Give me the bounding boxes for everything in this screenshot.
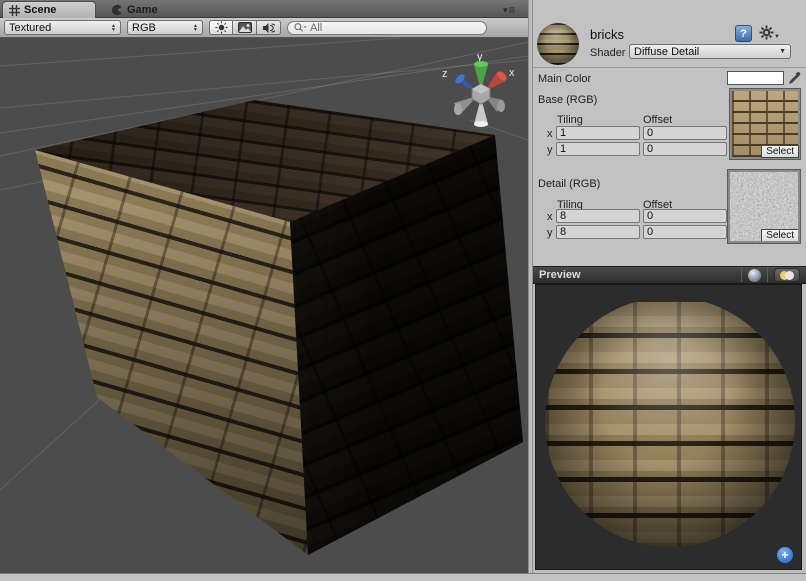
search-icon bbox=[294, 22, 307, 33]
separator bbox=[767, 268, 768, 282]
base-section-title: Base (RGB) bbox=[538, 94, 597, 106]
preview-title: Preview bbox=[539, 269, 581, 281]
sun-icon bbox=[215, 21, 228, 34]
main-color-swatch[interactable] bbox=[727, 71, 784, 85]
eyedropper-icon[interactable] bbox=[788, 70, 802, 85]
detail-tiling-y-field[interactable] bbox=[556, 225, 640, 239]
base-tiling-header: Tiling bbox=[557, 114, 583, 126]
lighting-icon bbox=[785, 271, 794, 280]
scene-audio-toggle[interactable] bbox=[257, 20, 281, 35]
main-color-label: Main Color bbox=[538, 73, 591, 85]
scene-menu-icon[interactable]: ▾≡ bbox=[503, 3, 515, 17]
shader-value: Diffuse Detail bbox=[634, 46, 699, 58]
help-button[interactable]: ? bbox=[735, 25, 752, 42]
scene-viewport[interactable]: y x z bbox=[0, 38, 528, 573]
preview-shape-button[interactable] bbox=[748, 269, 761, 282]
orientation-gizmo[interactable]: y x z bbox=[433, 48, 528, 136]
tab-game-label: Game bbox=[127, 4, 158, 16]
base-offset-header: Offset bbox=[643, 114, 672, 126]
detail-select-button[interactable]: Select bbox=[761, 229, 799, 242]
detail-section-title: Detail (RGB) bbox=[538, 178, 600, 190]
draw-mode-dropdown[interactable]: Textured ▲▼ bbox=[4, 20, 121, 35]
scene-search-field[interactable] bbox=[287, 21, 487, 35]
base-offset-x-field[interactable] bbox=[643, 126, 727, 140]
gizmo-x-label: x bbox=[509, 67, 515, 79]
render-channel-dropdown[interactable]: RGB ▲▼ bbox=[127, 20, 203, 35]
preview-material-sphere bbox=[545, 297, 795, 547]
tab-scene[interactable]: Scene bbox=[2, 1, 96, 18]
base-tiling-x-field[interactable] bbox=[556, 126, 640, 140]
scene-panel: Scene Game ▾≡ Textured ▲▼ RGB ▲▼ bbox=[0, 0, 528, 573]
base-y-axis-label: y bbox=[547, 144, 553, 156]
base-select-button[interactable]: Select bbox=[761, 145, 799, 158]
game-icon bbox=[111, 4, 123, 16]
scene-skybox-toggle[interactable] bbox=[233, 20, 257, 35]
scene-toolbar: Textured ▲▼ RGB ▲▼ bbox=[0, 18, 528, 38]
base-tiling-y-field[interactable] bbox=[556, 142, 640, 156]
preview-lighting-button[interactable] bbox=[774, 268, 800, 282]
speaker-icon bbox=[262, 22, 275, 34]
material-name: bricks bbox=[590, 27, 624, 42]
scene-tabstrip: Scene Game ▾≡ bbox=[0, 0, 528, 18]
detail-y-axis-label: y bbox=[547, 227, 553, 239]
scene-grid-icon bbox=[9, 5, 20, 16]
image-icon bbox=[238, 22, 252, 33]
help-glyph: ? bbox=[740, 28, 747, 40]
tab-game[interactable]: Game bbox=[105, 1, 185, 18]
dropdown-arrow-icon: ▼ bbox=[774, 34, 780, 40]
shader-dropdown[interactable]: Diffuse Detail ▼ bbox=[629, 44, 791, 59]
base-x-axis-label: x bbox=[547, 128, 553, 140]
detail-tiling-x-field[interactable] bbox=[556, 209, 640, 223]
preview-body: + bbox=[533, 284, 806, 573]
shader-label: Shader bbox=[590, 47, 625, 59]
status-bar bbox=[0, 573, 806, 581]
inspector-body: bricks Shader Diffuse Detail ▼ ? bbox=[533, 18, 806, 266]
tab-scene-label: Scene bbox=[24, 4, 56, 16]
detail-offset-x-field[interactable] bbox=[643, 209, 727, 223]
draw-mode-value: Textured bbox=[9, 22, 51, 34]
gear-menu-button[interactable]: ▼ bbox=[759, 25, 780, 40]
detail-offset-y-field[interactable] bbox=[643, 225, 727, 239]
detail-x-axis-label: x bbox=[547, 211, 553, 223]
preview-zoom-plus-button[interactable]: + bbox=[777, 547, 793, 563]
preview-canvas[interactable]: + bbox=[535, 284, 802, 570]
scene-lighting-toggle[interactable] bbox=[209, 20, 233, 35]
dropdown-arrow-icon: ▼ bbox=[779, 48, 786, 55]
scene-search-input[interactable] bbox=[310, 22, 460, 34]
base-texture-thumbnail[interactable]: Select bbox=[730, 89, 800, 159]
separator bbox=[741, 268, 742, 282]
updown-arrows-icon: ▲▼ bbox=[193, 24, 198, 32]
gear-icon bbox=[759, 25, 774, 40]
detail-texture-thumbnail[interactable]: Select bbox=[728, 170, 800, 243]
material-preview-sphere-icon bbox=[537, 23, 579, 65]
render-channel-value: RGB bbox=[132, 22, 156, 34]
base-offset-y-field[interactable] bbox=[643, 142, 727, 156]
preview-header[interactable]: Preview bbox=[533, 266, 806, 284]
updown-arrows-icon: ▲▼ bbox=[111, 24, 116, 32]
gizmo-z-label: z bbox=[442, 68, 448, 80]
